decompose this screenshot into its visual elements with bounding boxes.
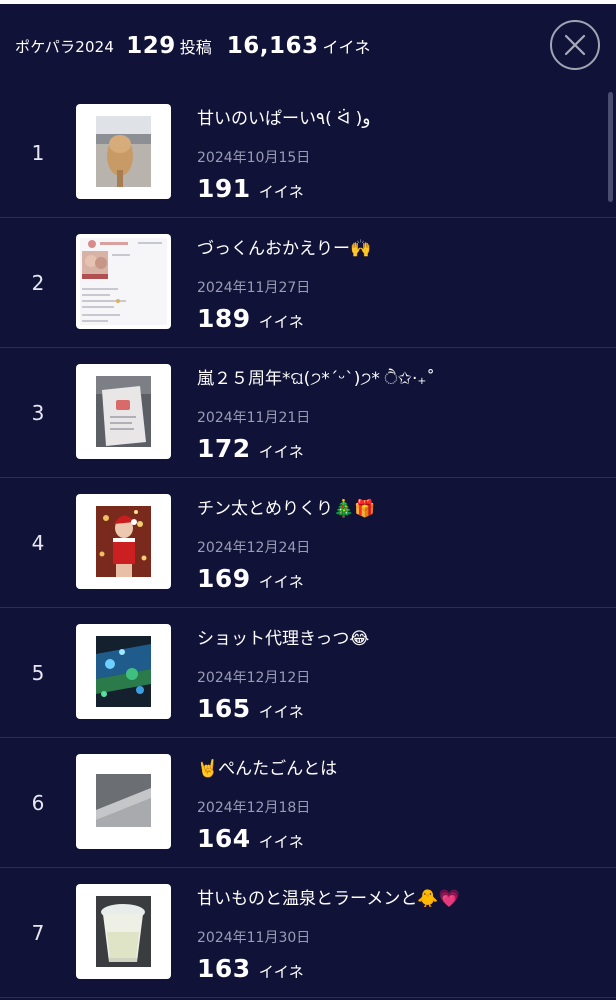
- post-likes: 165 イイネ: [197, 694, 304, 723]
- close-icon: [564, 34, 586, 56]
- post-likes: 169 イイネ: [197, 564, 304, 593]
- post-likes: 189 イイネ: [197, 304, 304, 333]
- post-title: チン太とめりくり🎄🎁: [197, 499, 376, 519]
- rank-number: 7: [31, 920, 45, 945]
- post-thumbnail[interactable]: [76, 884, 171, 979]
- post-date: 2024年12月12日: [197, 670, 311, 686]
- post-thumbnail[interactable]: [76, 754, 171, 849]
- post-title: 🤘ぺんたごんとは: [197, 759, 338, 779]
- post-title: づっくんおかえりー🙌: [197, 239, 372, 259]
- app-name: ポケパラ2024: [15, 37, 115, 56]
- post-date: 2024年12月18日: [197, 800, 311, 816]
- like-count: 164: [197, 824, 251, 853]
- post-thumbnail[interactable]: [76, 234, 171, 329]
- post-date: 2024年11月21日: [197, 410, 311, 426]
- post-item[interactable]: 4 チン太とめりくり🎄🎁 2024年12月24日 169 イイネ: [0, 478, 616, 608]
- like-unit: イイネ: [258, 703, 304, 721]
- like-count: 165: [197, 694, 251, 723]
- post-likes: 191 イイネ: [197, 174, 304, 203]
- rank-number: 1: [31, 140, 45, 165]
- post-title: 嵐２５周年*ଘ(੭*ˊᵕˋ)੭* ੈ✩‧₊˚: [197, 369, 435, 389]
- post-title: ショット代理きっつ😂: [197, 629, 370, 649]
- post-item[interactable]: 1 甘いのいぱーい٩( ᐛ )و 2024年10月15日 191 イイネ: [0, 88, 616, 218]
- like-count: 172: [197, 434, 251, 463]
- like-count: 191: [197, 174, 251, 203]
- post-thumbnail[interactable]: [76, 364, 171, 459]
- post-item[interactable]: 2 づっくんおかえりー🙌 2024年11月27日 189 イイネ: [0, 218, 616, 348]
- post-thumbnail[interactable]: [76, 494, 171, 589]
- like-count: 189: [197, 304, 251, 333]
- like-unit: イイネ: [258, 963, 304, 981]
- post-thumbnail[interactable]: [76, 624, 171, 719]
- list-scrollbar[interactable]: [608, 92, 613, 202]
- post-date: 2024年11月30日: [197, 930, 311, 946]
- like-unit: イイネ: [258, 833, 304, 851]
- like-unit: イイネ: [258, 183, 304, 201]
- post-item[interactable]: 7 甘いものと温泉とラーメンと🐥💗 2024年11月30日 163 イイネ: [0, 868, 616, 998]
- like-count: 169: [197, 564, 251, 593]
- post-item[interactable]: 6 🤘ぺんたごんとは 2024年12月18日 164 イイネ: [0, 738, 616, 868]
- like-unit: イイネ: [258, 443, 304, 461]
- post-date: 2024年10月15日: [197, 150, 311, 166]
- like-count: 163: [197, 954, 251, 983]
- post-likes: 163 イイネ: [197, 954, 304, 983]
- rank-number: 4: [31, 530, 45, 555]
- post-count-unit: 投稿: [179, 38, 212, 57]
- post-item[interactable]: 5 ショット代理きっつ😂 2024年12月12日 165 イイネ: [0, 608, 616, 738]
- post-likes: 172 イイネ: [197, 434, 304, 463]
- post-title: 甘いのいぱーい٩( ᐛ )و: [197, 109, 371, 129]
- post-title: 甘いものと温泉とラーメンと🐥💗: [197, 889, 460, 909]
- rank-number: 3: [31, 400, 45, 425]
- ranking-header: ポケパラ2024 129 投稿 16,163 イイネ: [0, 4, 616, 88]
- post-count: 129: [126, 33, 176, 59]
- post-thumbnail[interactable]: [76, 104, 171, 199]
- total-like-count: 16,163: [226, 33, 319, 59]
- rank-number: 6: [31, 790, 45, 815]
- post-date: 2024年12月24日: [197, 540, 311, 556]
- post-date: 2024年11月27日: [197, 280, 311, 296]
- rank-number: 5: [31, 660, 45, 685]
- post-item[interactable]: 3 嵐２５周年*ଘ(੭*ˊᵕˋ)੭* ੈ✩‧₊˚ 2024年11月21日 172…: [0, 348, 616, 478]
- close-button[interactable]: [550, 20, 600, 70]
- like-unit: イイネ: [258, 573, 304, 591]
- total-like-unit: イイネ: [322, 38, 371, 57]
- post-ranking-list: 1 甘いのいぱーい٩( ᐛ )و 2024年10月15日 191 イイネ 2 づ…: [0, 88, 616, 998]
- post-likes: 164 イイネ: [197, 824, 304, 853]
- rank-number: 2: [31, 270, 45, 295]
- like-unit: イイネ: [258, 313, 304, 331]
